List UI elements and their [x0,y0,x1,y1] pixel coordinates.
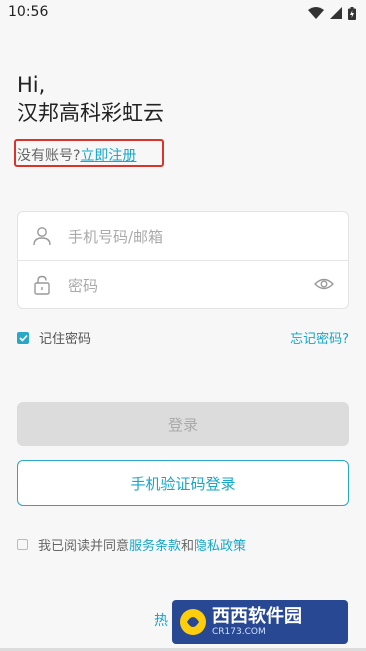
hotline-link[interactable]: 热 [154,610,168,630]
phone-email-input[interactable]: 手机号码/邮箱 [68,226,163,247]
terms-link[interactable]: 服务条款 [129,535,181,554]
highlight-annotation-box [14,139,164,167]
remember-label: 记住密码 [39,332,92,347]
check-icon [18,334,28,342]
watermark-text: 西西软件园 CR173.COM [212,606,302,638]
agreement-and: 和 [181,539,195,554]
password-input[interactable]: 密码 [68,275,98,296]
agreement-prefix: 我已阅读并同意 [38,539,130,554]
login-form-card: 手机号码/邮箱 密码 [17,211,349,309]
status-bar: 10:56 [0,0,366,24]
status-icons [308,6,356,20]
remember-checkbox[interactable] [17,331,29,344]
field-divider [18,260,348,261]
watermark-logo-icon [180,609,206,635]
app-title: 汉邦高科彩虹云 [17,101,164,125]
watermark-name: 西西软件园 [212,606,302,627]
remember-password-row[interactable]: 记住密码 [17,328,91,347]
site-watermark: 西西软件园 CR173.COM [172,600,348,644]
privacy-link[interactable]: 隐私政策 [194,535,246,554]
agreement-checkbox[interactable] [17,539,28,550]
greeting-text: Hi, [17,73,46,97]
eye-icon[interactable] [314,276,334,292]
sms-login-button[interactable]: 手机验证码登录 [17,460,349,506]
user-icon [33,227,51,246]
wifi-icon [308,7,324,19]
agreement-row: 我已阅读并同意 服务条款和隐私政策 [17,535,246,554]
signal-icon [330,7,342,19]
lock-icon [34,275,50,295]
battery-icon [348,6,356,20]
status-time: 10:56 [8,4,49,20]
login-button[interactable]: 登录 [17,402,349,446]
forgot-password-link[interactable]: 忘记密码? [290,328,349,347]
watermark-site: CR173.COM [212,627,266,637]
